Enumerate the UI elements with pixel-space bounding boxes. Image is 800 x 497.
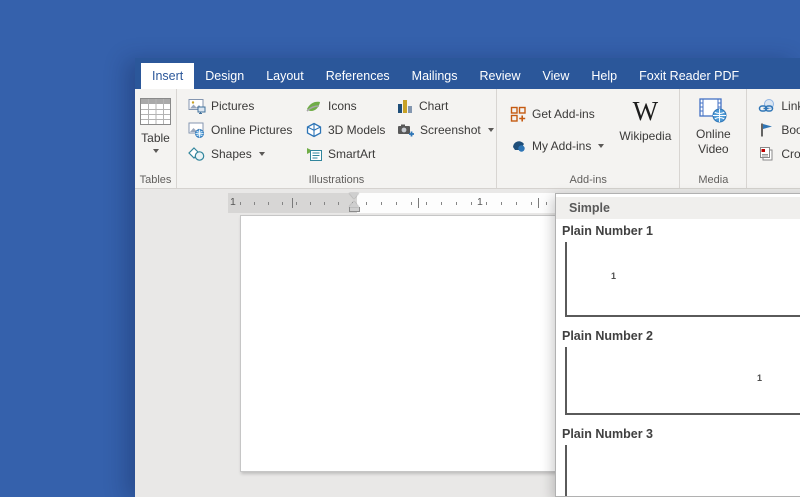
screenshot-icon [397, 122, 415, 138]
tab-help[interactable]: Help [580, 63, 628, 89]
horizontal-ruler[interactable]: 1 1 [228, 193, 562, 213]
online-video-label: Online Video [687, 127, 739, 157]
page-number-gallery: Simple Plain Number 1 1 Plain Number 2 1… [555, 193, 800, 497]
ruler-margin-zone: 1 [228, 193, 357, 213]
chart-label: Chart [419, 99, 448, 113]
illustrations-group-label: Illustrations [177, 174, 496, 186]
smartart-icon [305, 146, 323, 162]
my-addins-dropdown-caret-icon [598, 144, 604, 148]
get-addins-icon [510, 106, 527, 123]
gallery-item-preview: 1 [565, 347, 800, 415]
icons-label: Icons [328, 99, 357, 113]
online-pictures-label: Online Pictures [211, 123, 292, 137]
icons-button[interactable]: Icons [302, 94, 390, 118]
gallery-item-label: Plain Number 1 [556, 219, 800, 242]
ribbon-group-links: Link Bookmark [747, 89, 800, 188]
link-icon [758, 98, 776, 114]
ribbon: Table Tables Pictu [135, 89, 800, 189]
pictures-icon [188, 98, 206, 114]
ribbon-group-media: Online Video Media [680, 89, 747, 188]
my-addins-button[interactable]: My Add-ins [507, 130, 607, 162]
table-button[interactable]: Table [139, 94, 172, 153]
online-pictures-icon [188, 122, 206, 138]
table-icon [139, 96, 172, 127]
tab-foxit-reader-pdf[interactable]: Foxit Reader PDF [628, 63, 750, 89]
shapes-label: Shapes [211, 147, 252, 161]
ribbon-tab-bar: Insert Design Layout References Mailings… [135, 58, 800, 89]
shapes-dropdown-caret-icon [259, 152, 265, 156]
gallery-item-label: Plain Number 3 [556, 415, 800, 445]
icons-icon [305, 98, 323, 114]
pictures-button[interactable]: Pictures [185, 94, 298, 118]
3d-models-icon [305, 122, 323, 138]
link-label: Link [781, 99, 800, 113]
wikipedia-label: Wikipedia [619, 129, 671, 144]
first-line-indent-icon[interactable] [349, 193, 359, 199]
preview-page-number: 1 [611, 271, 616, 281]
ruler-number: 1 [230, 196, 236, 208]
get-addins-button[interactable]: Get Add-ins [507, 98, 607, 130]
cross-reference-icon [758, 146, 776, 162]
gallery-section-header: Simple [556, 197, 800, 219]
link-button[interactable]: Link [755, 94, 800, 118]
online-video-icon [698, 96, 728, 124]
tab-layout[interactable]: Layout [255, 63, 315, 89]
cross-reference-label: Cross-reference [781, 147, 800, 161]
smartart-label: SmartArt [328, 147, 375, 161]
shapes-icon [188, 146, 206, 162]
gallery-item-plain-number-3[interactable]: Plain Number 3 [556, 415, 800, 497]
3d-models-button[interactable]: 3D Models [302, 118, 390, 142]
media-group-label: Media [680, 174, 746, 186]
my-addins-label: My Add-ins [532, 139, 591, 153]
ribbon-group-tables: Table Tables [135, 89, 177, 188]
gallery-item-label: Plain Number 2 [556, 317, 800, 347]
online-video-button[interactable]: Online Video [687, 94, 739, 157]
ruler-number: 1 [477, 196, 483, 208]
chart-button[interactable]: Chart [394, 94, 490, 118]
tab-mailings[interactable]: Mailings [401, 63, 469, 89]
document-page[interactable] [240, 215, 572, 472]
table-button-label: Table [141, 131, 170, 145]
ribbon-group-addins: Get Add-ins My Add-ins W Wikipedia [497, 89, 680, 188]
ribbon-group-illustrations: Pictures Online Pictures [177, 89, 497, 188]
preview-page-number: 1 [757, 373, 762, 383]
cross-reference-button[interactable]: Cross-reference [755, 142, 800, 166]
gallery-item-plain-number-2[interactable]: Plain Number 2 1 [556, 317, 800, 415]
gallery-item-plain-number-1[interactable]: Plain Number 1 1 [556, 219, 800, 317]
screenshot-dropdown-caret-icon [488, 128, 494, 132]
bookmark-label: Bookmark [781, 123, 800, 137]
screenshot-button[interactable]: Screenshot [394, 118, 490, 142]
word-window: Insert Design Layout References Mailings… [135, 58, 800, 497]
addins-group-label: Add-ins [497, 174, 679, 186]
my-addins-icon [510, 138, 527, 154]
hanging-indent-icon[interactable] [349, 201, 359, 207]
get-addins-label: Get Add-ins [532, 107, 595, 121]
table-dropdown-caret-icon [153, 149, 159, 153]
tab-insert[interactable]: Insert [141, 63, 194, 89]
tab-references[interactable]: References [315, 63, 401, 89]
3d-models-label: 3D Models [328, 123, 385, 137]
chart-icon [397, 98, 414, 114]
tab-design[interactable]: Design [194, 63, 255, 89]
gallery-item-preview: 1 [565, 242, 800, 317]
shapes-button[interactable]: Shapes [185, 142, 298, 166]
pictures-label: Pictures [211, 99, 254, 113]
wikipedia-icon: W [633, 96, 658, 126]
document-area: 1 1 Simple Plain Number 1 [135, 189, 800, 497]
bookmark-button[interactable]: Bookmark [755, 118, 800, 142]
ruler-text-zone: 1 [357, 193, 562, 213]
tab-view[interactable]: View [532, 63, 581, 89]
smartart-button[interactable]: SmartArt [302, 142, 390, 166]
wikipedia-button[interactable]: W Wikipedia [615, 94, 675, 144]
left-indent-icon[interactable] [349, 207, 360, 212]
gallery-item-preview [565, 445, 800, 497]
screenshot-label: Screenshot [420, 123, 481, 137]
online-pictures-button[interactable]: Online Pictures [185, 118, 298, 142]
tables-group-label: Tables [135, 174, 176, 186]
indent-marker[interactable] [349, 193, 360, 212]
bookmark-icon [758, 122, 776, 138]
tab-review[interactable]: Review [469, 63, 532, 89]
